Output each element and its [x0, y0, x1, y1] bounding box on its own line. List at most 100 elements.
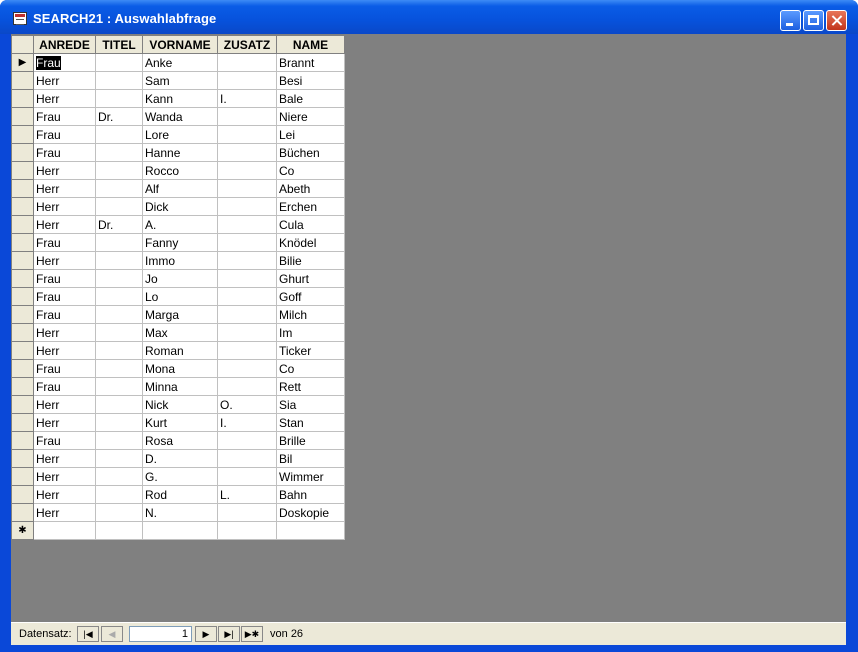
cell-anrede[interactable]: Herr [33, 323, 96, 342]
cell-zusatz[interactable] [217, 377, 277, 396]
record-selector[interactable]: ▶ [11, 53, 34, 72]
cell-vorname[interactable]: Rod [142, 485, 218, 504]
record-selector[interactable] [11, 467, 34, 486]
record-selector[interactable] [11, 269, 34, 288]
table-row[interactable]: Frau Minna Rett [11, 377, 345, 396]
record-selector[interactable] [11, 287, 34, 306]
new-record-selector[interactable]: ✱ [11, 521, 34, 540]
current-record-input[interactable]: 1 [129, 626, 192, 642]
table-row[interactable]: Frau Hanne Büchen [11, 143, 345, 162]
cell-vorname[interactable]: Fanny [142, 233, 218, 252]
cell-name[interactable]: Co [276, 161, 345, 180]
cell-titel[interactable] [95, 413, 143, 432]
table-row[interactable]: Frau Rosa Brille [11, 431, 345, 450]
record-selector[interactable] [11, 251, 34, 270]
new-record-row[interactable]: ✱ [11, 521, 345, 540]
record-selector[interactable] [11, 179, 34, 198]
cell-anrede[interactable]: Frau [33, 377, 96, 396]
cell-titel[interactable] [95, 431, 143, 450]
cell-zusatz[interactable] [217, 251, 277, 270]
cell-vorname[interactable] [142, 521, 218, 540]
cell-titel[interactable] [95, 161, 143, 180]
cell-titel[interactable]: Dr. [95, 215, 143, 234]
record-selector[interactable] [11, 359, 34, 378]
cell-name[interactable]: Bil [276, 449, 345, 468]
column-header-anrede[interactable]: ANREDE [33, 35, 96, 54]
table-row[interactable]: Frau Dr. Wanda Niere [11, 107, 345, 126]
cell-vorname[interactable]: Max [142, 323, 218, 342]
cell-zusatz[interactable]: I. [217, 89, 277, 108]
table-row[interactable]: Frau Jo Ghurt [11, 269, 345, 288]
cell-name[interactable]: Bilie [276, 251, 345, 270]
record-selector[interactable] [11, 503, 34, 522]
table-row[interactable]: Herr Max Im [11, 323, 345, 342]
cell-titel[interactable] [95, 269, 143, 288]
table-row[interactable]: Herr Rod L. Bahn [11, 485, 345, 504]
cell-titel[interactable] [95, 449, 143, 468]
cell-zusatz[interactable] [217, 233, 277, 252]
record-selector[interactable] [11, 125, 34, 144]
datasheet-icon[interactable] [13, 12, 27, 25]
cell-vorname[interactable]: Lore [142, 125, 218, 144]
table-row[interactable]: Herr N. Doskopie [11, 503, 345, 522]
record-selector[interactable] [11, 485, 34, 504]
record-selector[interactable] [11, 161, 34, 180]
table-row[interactable]: Frau Mona Co [11, 359, 345, 378]
cell-name[interactable]: Goff [276, 287, 345, 306]
cell-zusatz[interactable] [217, 341, 277, 360]
new-record-button[interactable]: ▶✱ [241, 626, 263, 642]
next-record-button[interactable]: ▶ [195, 626, 217, 642]
cell-anrede[interactable]: Herr [33, 413, 96, 432]
cell-titel[interactable] [95, 377, 143, 396]
cell-zusatz[interactable]: L. [217, 485, 277, 504]
cell-vorname[interactable]: D. [142, 449, 218, 468]
cell-titel[interactable] [95, 179, 143, 198]
cell-vorname[interactable]: Anke [142, 53, 218, 72]
cell-zusatz[interactable] [217, 53, 277, 72]
cell-anrede[interactable]: Herr [33, 395, 96, 414]
table-row[interactable]: Frau Marga Milch [11, 305, 345, 324]
cell-zusatz[interactable] [217, 197, 277, 216]
record-selector[interactable] [11, 449, 34, 468]
cell-titel[interactable] [95, 233, 143, 252]
first-record-button[interactable]: |◀ [77, 626, 99, 642]
column-header-zusatz[interactable]: ZUSATZ [217, 35, 277, 54]
record-selector[interactable] [11, 341, 34, 360]
cell-zusatz[interactable] [217, 467, 277, 486]
cell-zusatz[interactable]: I. [217, 413, 277, 432]
cell-anrede[interactable]: Frau [33, 125, 96, 144]
cell-anrede[interactable]: Herr [33, 215, 96, 234]
cell-anrede[interactable]: Herr [33, 251, 96, 270]
cell-name[interactable]: Ticker [276, 341, 345, 360]
table-row[interactable]: Herr Sam Besi [11, 71, 345, 90]
cell-name[interactable]: Lei [276, 125, 345, 144]
cell-vorname[interactable]: Jo [142, 269, 218, 288]
cell-titel[interactable] [95, 467, 143, 486]
close-button[interactable] [826, 10, 847, 31]
table-row[interactable]: Herr Kann I. Bale [11, 89, 345, 108]
record-selector[interactable] [11, 107, 34, 126]
column-header-name[interactable]: NAME [276, 35, 345, 54]
record-selector[interactable] [11, 377, 34, 396]
table-row[interactable]: Frau Lore Lei [11, 125, 345, 144]
table-row[interactable]: Frau Fanny Knödel [11, 233, 345, 252]
cell-name[interactable]: Stan [276, 413, 345, 432]
cell-zusatz[interactable] [217, 143, 277, 162]
cell-zusatz[interactable] [217, 503, 277, 522]
record-selector[interactable] [11, 197, 34, 216]
cell-anrede[interactable]: Herr [33, 467, 96, 486]
table-row[interactable]: Herr G. Wimmer [11, 467, 345, 486]
cell-vorname[interactable]: Sam [142, 71, 218, 90]
cell-name[interactable]: Ghurt [276, 269, 345, 288]
cell-zusatz[interactable] [217, 305, 277, 324]
cell-vorname[interactable]: N. [142, 503, 218, 522]
cell-zusatz[interactable] [217, 107, 277, 126]
cell-titel[interactable] [95, 359, 143, 378]
cell-titel[interactable] [95, 503, 143, 522]
cell-vorname[interactable]: Kann [142, 89, 218, 108]
cell-anrede[interactable]: Herr [33, 71, 96, 90]
table-row[interactable]: Herr D. Bil [11, 449, 345, 468]
table-row[interactable]: Frau Lo Goff [11, 287, 345, 306]
cell-anrede[interactable]: Herr [33, 503, 96, 522]
cell-anrede[interactable]: Frau [33, 269, 96, 288]
